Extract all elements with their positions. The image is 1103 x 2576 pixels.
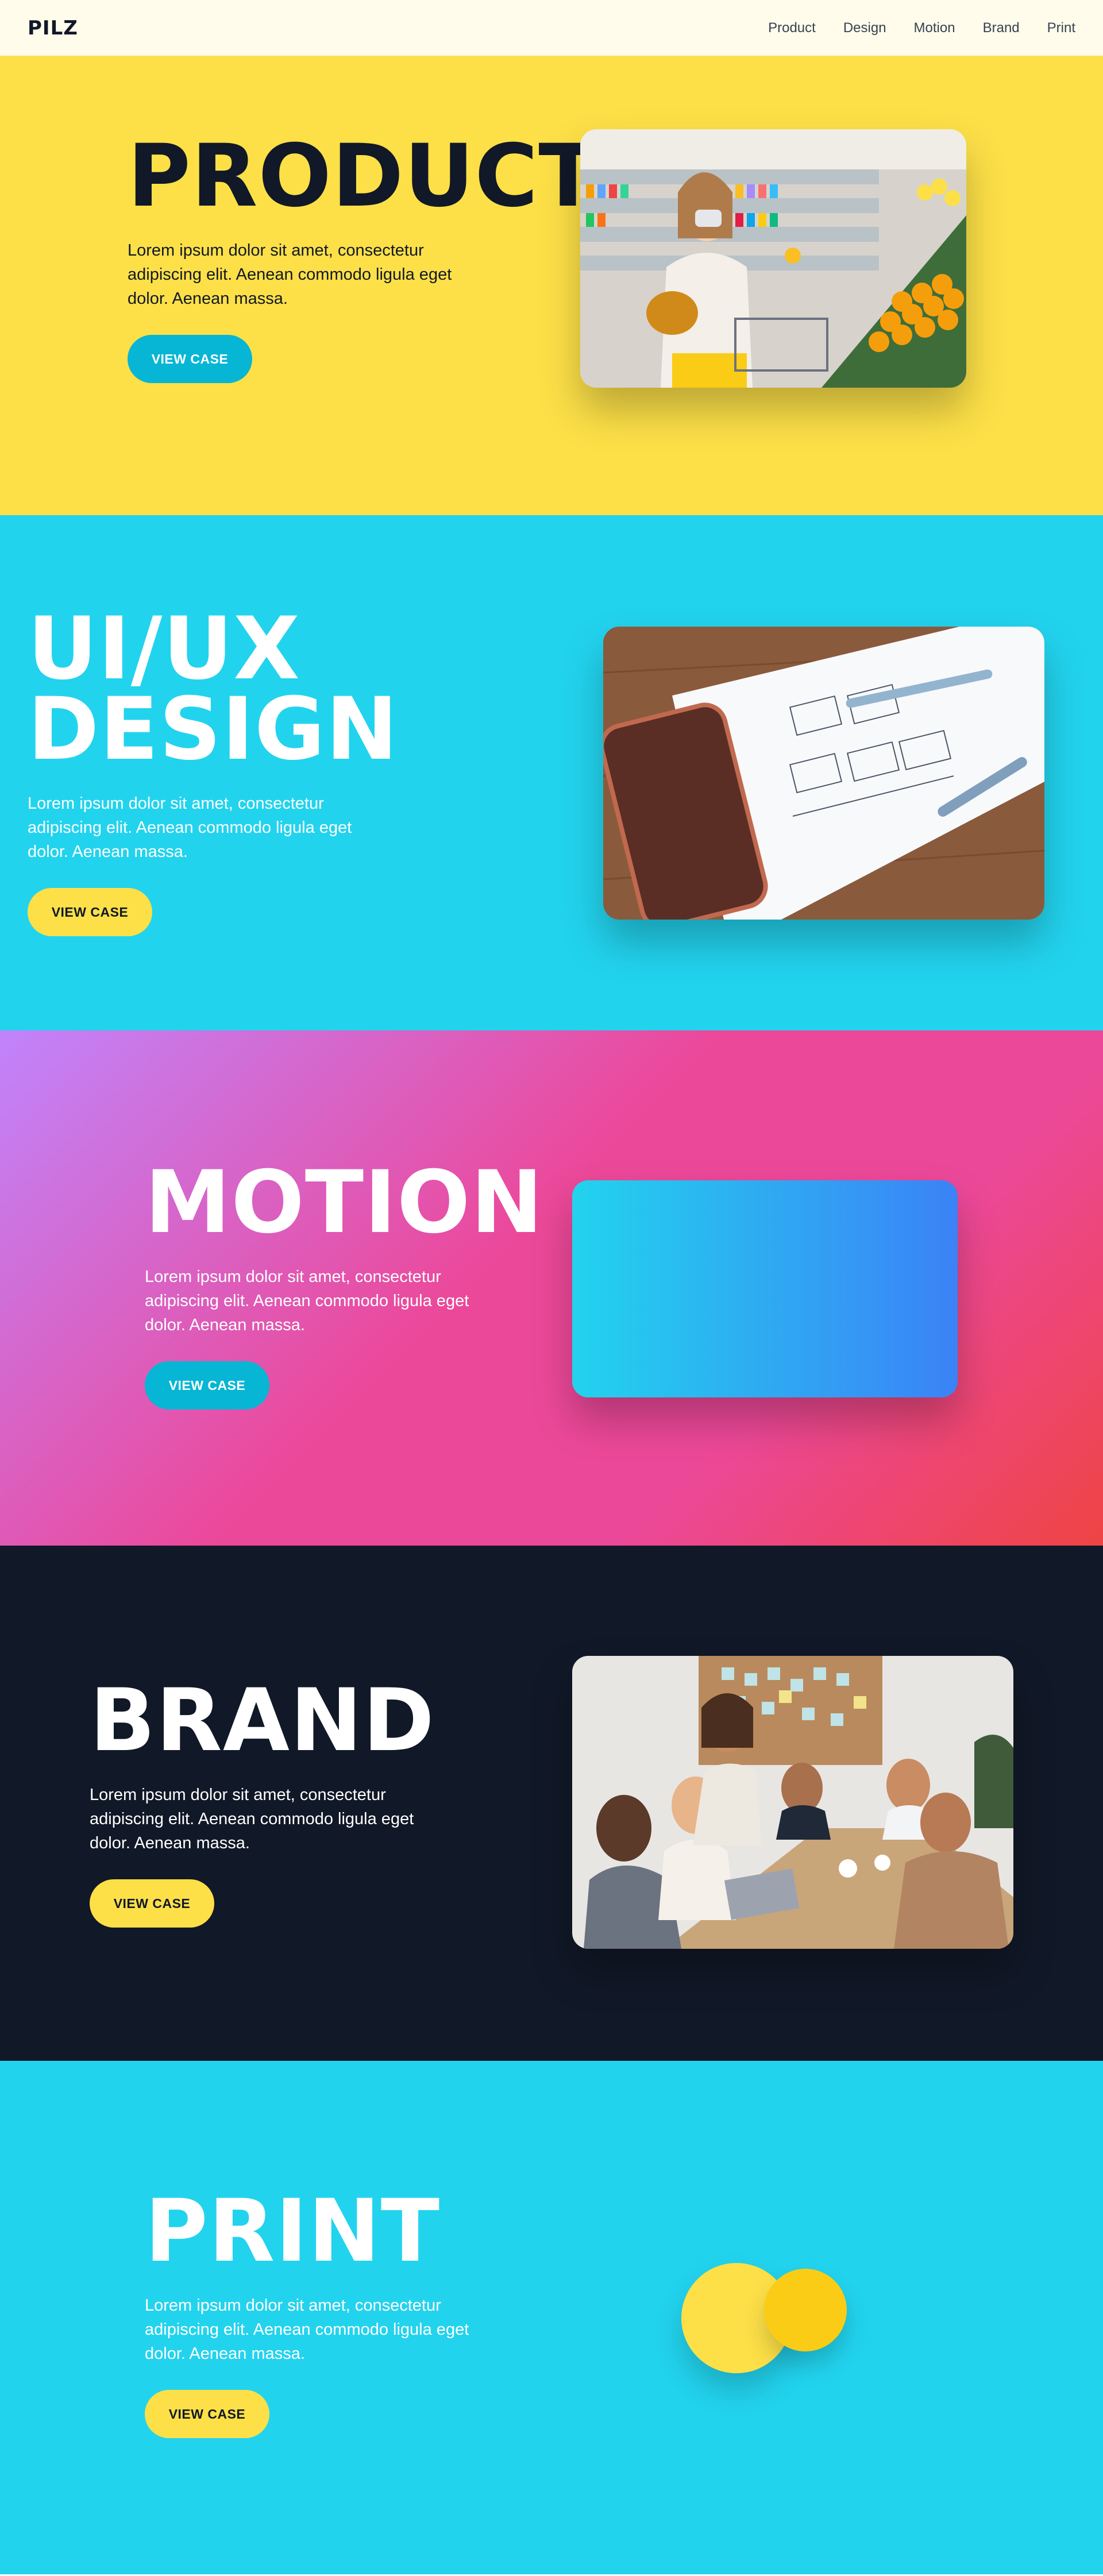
nav-links: Product Design Motion Brand Print (768, 20, 1075, 36)
design-heading: UI/UX DESIGN (28, 599, 399, 779)
section-design: UI/UX DESIGN Lorem ipsum dolor sit amet,… (0, 515, 1103, 1030)
brand-image (572, 1656, 1013, 1949)
nav-link-motion[interactable]: Motion (914, 20, 955, 36)
design-text: UI/UX DESIGN Lorem ipsum dolor sit amet,… (28, 599, 399, 936)
motion-gradient-card (572, 1180, 958, 1397)
logo[interactable]: PILZ (28, 17, 78, 40)
print-circle-small (764, 2269, 847, 2351)
motion-text: MOTION Lorem ipsum dolor sit amet, conse… (145, 1153, 543, 1409)
section-motion: MOTION Lorem ipsum dolor sit amet, conse… (0, 1030, 1103, 1546)
nav-link-brand[interactable]: Brand (983, 20, 1020, 36)
design-image (603, 627, 1044, 920)
nav-link-product[interactable]: Product (768, 20, 816, 36)
design-description: Lorem ipsum dolor sit amet, consectetur … (28, 794, 352, 861)
print-text: PRINT Lorem ipsum dolor sit amet, consec… (145, 2181, 512, 2438)
section-product: PRODUCT Lorem ipsum dolor sit amet, cons… (0, 56, 1103, 515)
print-heading: PRINT (145, 2181, 441, 2281)
section-brand: BRAND Lorem ipsum dolor sit amet, consec… (0, 1546, 1103, 2061)
print-view-case-button[interactable]: VIEW CASE (145, 2390, 269, 2438)
top-nav: PILZ Product Design Motion Brand Print (0, 0, 1103, 56)
brand-view-case-button[interactable]: VIEW CASE (90, 1879, 214, 1928)
wireframe-notebook-photo (603, 627, 1044, 920)
nav-link-print[interactable]: Print (1047, 20, 1075, 36)
brand-heading: BRAND (90, 1671, 435, 1771)
product-text: PRODUCT Lorem ipsum dolor sit amet, cons… (128, 126, 598, 383)
motion-heading: MOTION (145, 1153, 543, 1253)
design-heading-line1: UI/UX (28, 599, 300, 699)
print-description: Lorem ipsum dolor sit amet, consectetur … (145, 2296, 469, 2363)
team-meeting-photo (572, 1656, 1013, 1949)
motion-description: Lorem ipsum dolor sit amet, consectetur … (145, 1268, 469, 1334)
product-description: Lorem ipsum dolor sit amet, consectetur … (128, 241, 452, 308)
brand-description: Lorem ipsum dolor sit amet, consectetur … (90, 1786, 414, 1852)
brand-text: BRAND Lorem ipsum dolor sit amet, consec… (90, 1671, 457, 1928)
nav-link-design[interactable]: Design (843, 20, 886, 36)
product-image (580, 129, 966, 388)
grocery-shopping-photo (580, 129, 966, 388)
product-view-case-button[interactable]: VIEW CASE (128, 335, 252, 383)
design-view-case-button[interactable]: VIEW CASE (28, 888, 152, 936)
design-heading-line2: DESIGN (28, 679, 399, 779)
product-heading: PRODUCT (128, 126, 598, 226)
section-print: PRINT Lorem ipsum dolor sit amet, consec… (0, 2061, 1103, 2574)
motion-view-case-button[interactable]: VIEW CASE (145, 1361, 269, 1409)
